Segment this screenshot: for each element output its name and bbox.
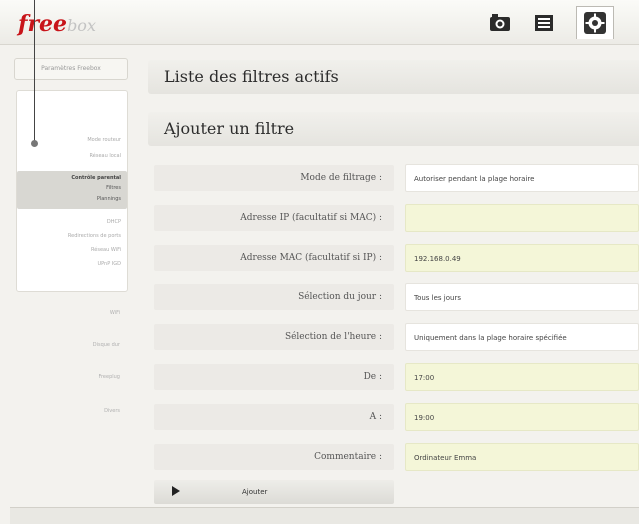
- day-select[interactable]: Tous les jours: [405, 283, 639, 311]
- bottom-bar: [10, 507, 639, 524]
- sidebar-item[interactable]: UPnP IGD: [97, 261, 121, 267]
- add-filter-button[interactable]: Ajouter: [154, 480, 394, 504]
- active-filters-title: Liste des filtres actifs: [164, 67, 339, 86]
- film-icon[interactable]: [530, 10, 558, 36]
- logo-box-text: box: [67, 16, 96, 35]
- sidebar-item[interactable]: Divers: [104, 408, 120, 414]
- mac-address-label: Adresse MAC (facultatif si IP) :: [154, 245, 394, 271]
- from-time-input[interactable]: 17:00: [405, 363, 639, 391]
- add-filter-button-label: Ajouter: [242, 488, 268, 496]
- settings-icon[interactable]: [576, 6, 614, 39]
- sidebar-item-parental-control[interactable]: Contrôle parental Filtres Plannings: [17, 171, 127, 209]
- add-filter-title: Ajouter un filtre: [164, 119, 295, 138]
- sidebar: Paramètres Freebox Mode routeur Réseau l…: [10, 52, 128, 452]
- to-time-input[interactable]: 19:00: [405, 403, 639, 431]
- day-select-label: Sélection du jour :: [154, 284, 394, 310]
- sidebar-item[interactable]: WiFi: [110, 310, 120, 316]
- sidebar-subitem-schedules[interactable]: Plannings: [97, 196, 121, 202]
- from-time-label: De :: [154, 364, 394, 390]
- add-filter-header[interactable]: Ajouter un filtre: [148, 112, 639, 146]
- sidebar-item[interactable]: Redirections de ports: [68, 233, 121, 239]
- sidebar-header[interactable]: Paramètres Freebox: [14, 58, 128, 80]
- logo-free-text: free: [18, 11, 68, 37]
- sidebar-item-label: Contrôle parental: [71, 175, 121, 181]
- comment-label: Commentaire :: [154, 444, 394, 470]
- pointer-dot: [31, 140, 38, 147]
- sidebar-subitem-filters[interactable]: Filtres: [106, 185, 121, 191]
- pointer-line: [34, 0, 35, 142]
- ip-address-label: Adresse IP (facultatif si MAC) :: [154, 205, 394, 231]
- freebox-logo[interactable]: freebox: [18, 12, 96, 36]
- sidebar-panel: Mode routeur Réseau local Contrôle paren…: [16, 90, 128, 292]
- comment-input[interactable]: Ordinateur Emma: [405, 443, 639, 471]
- sidebar-item[interactable]: Disque dur: [93, 342, 120, 348]
- filter-mode-label: Mode de filtrage :: [154, 165, 394, 191]
- to-time-label: A :: [154, 404, 394, 430]
- sidebar-item[interactable]: DHCP: [107, 219, 121, 225]
- active-filters-header[interactable]: Liste des filtres actifs: [148, 60, 639, 94]
- filter-mode-select[interactable]: Autoriser pendant la plage horaire: [405, 164, 639, 192]
- mac-address-input[interactable]: 192.168.0.49: [405, 244, 639, 272]
- top-bar: freebox: [0, 0, 639, 45]
- camera-icon[interactable]: [486, 10, 514, 36]
- sidebar-item[interactable]: Mode routeur: [87, 137, 121, 143]
- ip-address-input[interactable]: [405, 204, 639, 232]
- arrow-right-icon: [170, 485, 182, 499]
- time-select-label: Sélection de l'heure :: [154, 324, 394, 350]
- sidebar-item[interactable]: Freeplug: [98, 374, 120, 380]
- sidebar-item[interactable]: Réseau local: [90, 153, 121, 159]
- sidebar-item[interactable]: Réseau WiFi: [91, 247, 121, 253]
- main-content: Liste des filtres actifs Ajouter un filt…: [134, 50, 639, 504]
- time-select[interactable]: Uniquement dans la plage horaire spécifi…: [405, 323, 639, 351]
